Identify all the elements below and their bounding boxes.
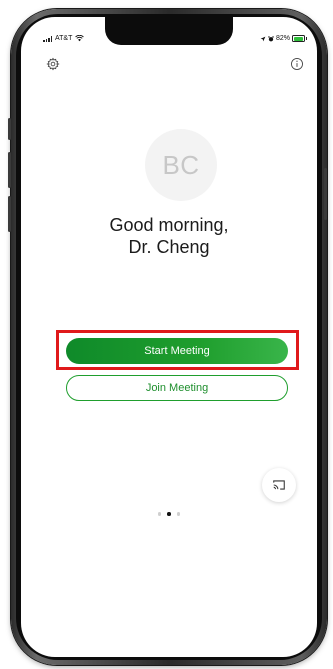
info-icon[interactable] xyxy=(289,56,305,72)
battery-icon xyxy=(292,35,307,42)
page-dot-active[interactable] xyxy=(167,512,171,516)
cast-button[interactable] xyxy=(262,468,296,502)
alarm-icon xyxy=(268,35,274,41)
battery-percent-label: 82% xyxy=(275,35,290,42)
avatar: BC xyxy=(145,129,217,201)
avatar-initials: BC xyxy=(162,149,200,180)
cast-icon xyxy=(273,480,285,490)
greeting-line-2: Dr. Cheng xyxy=(128,237,210,257)
page-dot[interactable] xyxy=(176,512,181,516)
gear-icon[interactable] xyxy=(45,56,61,72)
wifi-icon xyxy=(75,35,85,42)
phone-side-button-right xyxy=(324,168,327,220)
location-arrow-icon xyxy=(260,36,266,41)
phone-side-button-left-3 xyxy=(8,196,11,232)
start-meeting-label: Start Meeting xyxy=(144,345,210,357)
join-meeting-label: Join Meeting xyxy=(145,382,209,394)
carrier-label: AT&T xyxy=(55,35,73,42)
phone-side-button-left-2 xyxy=(8,152,11,188)
page-indicator xyxy=(21,512,317,516)
screenshot-stage: AT&T 82% BC Good morning, Dr. Cheng Star… xyxy=(0,0,333,669)
join-meeting-button[interactable]: Join Meeting xyxy=(66,375,288,401)
status-bar-right: 82% xyxy=(260,35,307,42)
battery-level-fill xyxy=(293,36,303,41)
start-meeting-button[interactable]: Start Meeting xyxy=(66,338,288,364)
phone-side-button-left-1 xyxy=(8,118,11,140)
signal-icon xyxy=(43,35,52,42)
status-bar-left: AT&T xyxy=(43,35,85,42)
greeting-line-1: Good morning, xyxy=(109,215,229,235)
page-dot[interactable] xyxy=(157,512,162,516)
phone-notch xyxy=(105,17,233,45)
phone-screen: AT&T 82% BC Good morning, Dr. Cheng Star… xyxy=(21,17,317,657)
